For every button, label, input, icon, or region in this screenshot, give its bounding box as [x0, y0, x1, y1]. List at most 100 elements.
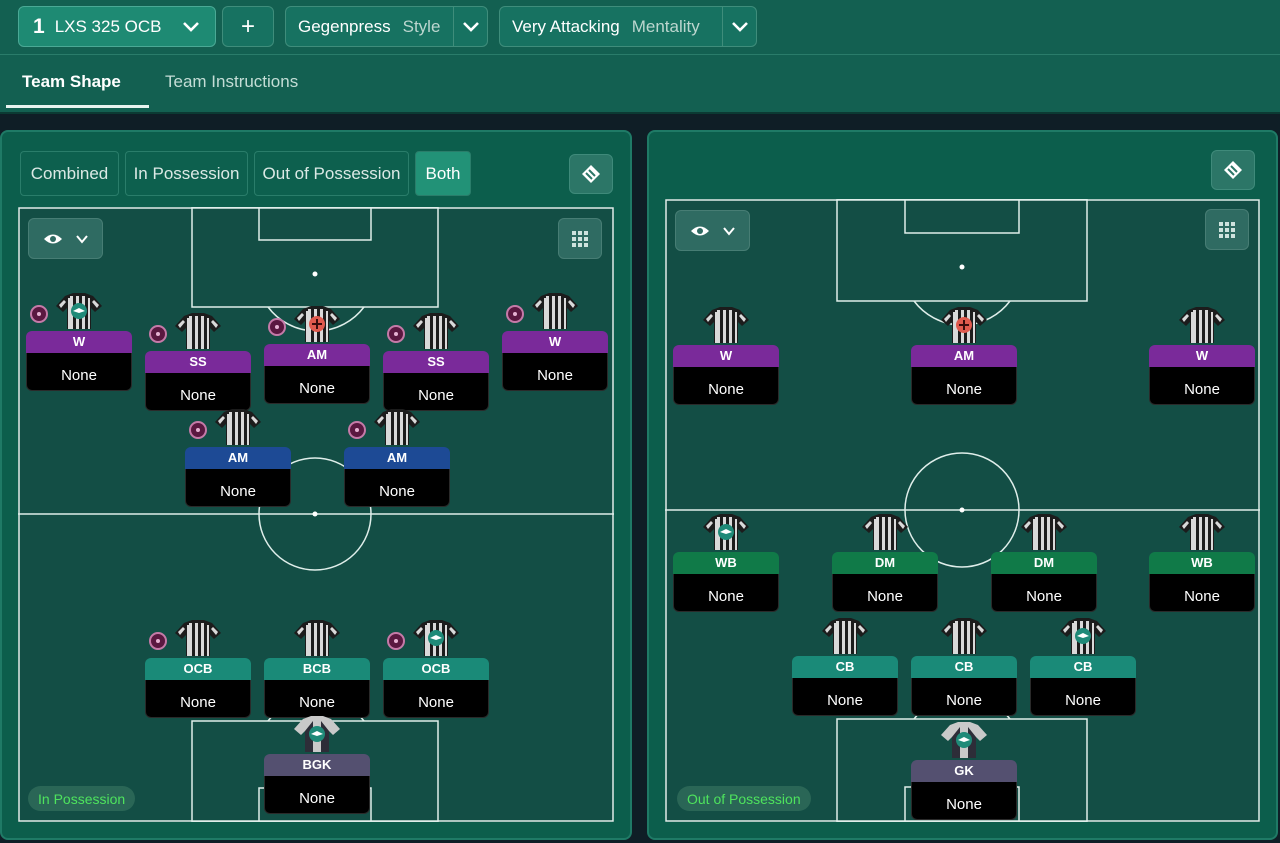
tab-team-shape[interactable]: Team Shape — [22, 72, 121, 92]
top-bar: 1 LXS 325 OCB + Gegenpress Style Very At… — [0, 0, 1280, 114]
player-assignment: None — [145, 680, 251, 718]
shirt-icon[interactable] — [293, 305, 341, 343]
player-role: SS — [145, 351, 251, 373]
instruction-badge-icon — [348, 421, 366, 439]
shirt-icon[interactable] — [412, 312, 460, 350]
player-card[interactable]: SS None — [383, 351, 489, 411]
shirt-icon[interactable] — [373, 408, 421, 446]
player-role: BGK — [264, 754, 370, 776]
view-in-possession-button[interactable]: In Possession — [125, 151, 248, 196]
shirt-icon[interactable] — [940, 721, 988, 759]
player-card[interactable]: AM None — [264, 344, 370, 404]
tactic-board-icon — [582, 165, 600, 183]
player-assignment: None — [673, 574, 779, 612]
chevron-down-icon — [731, 21, 748, 32]
player-assignment: None — [1030, 678, 1136, 716]
shirt-icon[interactable] — [940, 617, 988, 655]
player-assignment: None — [264, 776, 370, 814]
instruction-badge-icon — [268, 318, 286, 336]
shirt-icon[interactable] — [214, 408, 262, 446]
instruction-badge-icon — [506, 305, 524, 323]
shirt-icon[interactable] — [531, 292, 579, 330]
shirt-icon[interactable] — [861, 513, 909, 551]
player-card[interactable]: W None — [26, 331, 132, 391]
player-role: AM — [264, 344, 370, 366]
player-role: OCB — [383, 658, 489, 680]
player-card[interactable]: BCB None — [264, 658, 370, 718]
grid-toggle-button[interactable] — [558, 218, 602, 259]
player-card[interactable]: SS None — [145, 351, 251, 411]
player-card[interactable]: W None — [1149, 345, 1255, 405]
shirt-icon[interactable] — [940, 306, 988, 344]
player-assignment: None — [264, 680, 370, 718]
player-card[interactable]: W None — [502, 331, 608, 391]
player-role: GK — [911, 760, 1017, 782]
shirt-icon[interactable] — [293, 715, 341, 753]
player-card[interactable]: OCB None — [145, 658, 251, 718]
player-card[interactable]: CB None — [792, 656, 898, 716]
player-assignment: None — [502, 353, 608, 391]
shirt-icon[interactable] — [702, 513, 750, 551]
player-role: W — [1149, 345, 1255, 367]
shirt-icon[interactable] — [1059, 617, 1107, 655]
player-card[interactable]: DM None — [832, 552, 938, 612]
instruction-badge-icon — [149, 325, 167, 343]
player-card[interactable]: OCB None — [383, 658, 489, 718]
player-card[interactable]: BGK None — [264, 754, 370, 814]
player-card[interactable]: AM None — [185, 447, 291, 507]
player-card[interactable]: GK None — [911, 760, 1017, 820]
player-card[interactable]: DM None — [991, 552, 1097, 612]
shirt-icon[interactable] — [174, 312, 222, 350]
player-card[interactable]: AM None — [344, 447, 450, 507]
in-possession-label: In Possession — [28, 786, 136, 811]
grid-icon — [572, 230, 588, 247]
player-role: BCB — [264, 658, 370, 680]
player-assignment: None — [383, 373, 489, 411]
player-assignment: None — [344, 469, 450, 507]
mentality-selector[interactable]: Very Attacking Mentality — [499, 6, 757, 47]
eye-icon — [43, 234, 62, 243]
tactic-selector[interactable]: 1 LXS 325 OCB — [18, 6, 216, 47]
style-dropdown[interactable] — [453, 7, 487, 46]
player-assignment: None — [26, 353, 132, 391]
mentality-dropdown[interactable] — [722, 7, 756, 46]
visibility-toggle-button[interactable] — [675, 210, 750, 251]
shirt-icon[interactable] — [412, 619, 460, 657]
player-card[interactable]: CB None — [1030, 656, 1136, 716]
player-card[interactable]: WB None — [1149, 552, 1255, 612]
shirt-icon[interactable] — [702, 306, 750, 344]
visibility-toggle-button[interactable] — [28, 218, 103, 259]
add-tactic-button[interactable]: + — [222, 6, 274, 47]
shirt-icon[interactable] — [293, 619, 341, 657]
player-card[interactable]: W None — [673, 345, 779, 405]
tactic-board-button[interactable] — [1211, 150, 1255, 190]
shirt-icon[interactable] — [1020, 513, 1068, 551]
shirt-icon[interactable] — [55, 292, 103, 330]
player-assignment: None — [185, 469, 291, 507]
style-selector[interactable]: Gegenpress Style — [285, 6, 488, 47]
view-both-button[interactable]: Both — [415, 151, 471, 196]
view-combined-button[interactable]: Combined — [20, 151, 119, 196]
player-role: CB — [911, 656, 1017, 678]
player-assignment: None — [832, 574, 938, 612]
view-out-of-possession-button[interactable]: Out of Possession — [254, 151, 409, 196]
grid-toggle-button[interactable] — [1205, 209, 1249, 250]
tactic-board-button[interactable] — [569, 154, 613, 194]
shirt-icon[interactable] — [821, 617, 869, 655]
shirt-icon[interactable] — [1178, 513, 1226, 551]
divider — [0, 54, 1280, 55]
player-assignment: None — [673, 367, 779, 405]
player-role: AM — [911, 345, 1017, 367]
tab-team-instructions[interactable]: Team Instructions — [165, 72, 298, 92]
player-role: W — [502, 331, 608, 353]
mentality-value: Very Attacking — [512, 16, 620, 36]
player-card[interactable]: AM None — [911, 345, 1017, 405]
active-tab-indicator — [6, 105, 149, 108]
player-card[interactable]: WB None — [673, 552, 779, 612]
shirt-icon[interactable] — [1178, 306, 1226, 344]
shirt-icon[interactable] — [174, 619, 222, 657]
player-card[interactable]: CB None — [911, 656, 1017, 716]
player-assignment: None — [792, 678, 898, 716]
out-of-possession-label: Out of Possession — [677, 786, 811, 811]
instruction-badge-icon — [387, 325, 405, 343]
